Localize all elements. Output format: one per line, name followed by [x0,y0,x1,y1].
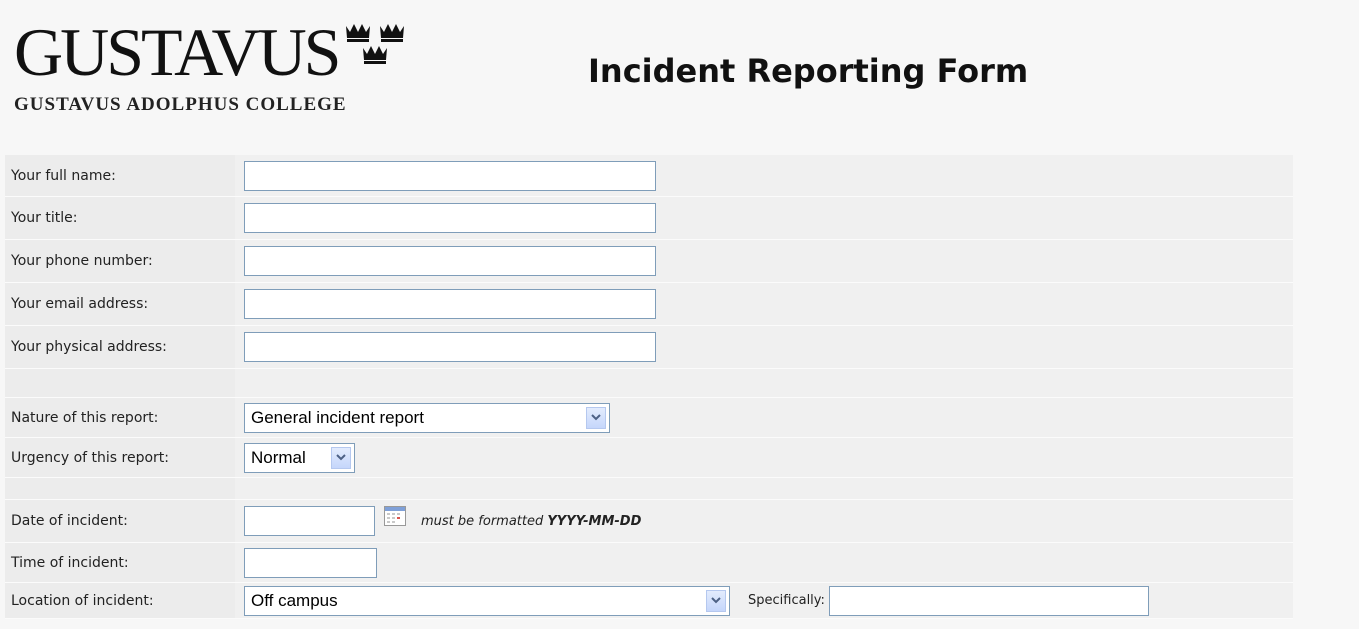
chevron-down-icon[interactable] [586,406,606,429]
row-urgency: Urgency of this report: Normal [5,438,1293,478]
row-phone: Your phone number: [5,240,1293,283]
email-label: Your email address: [5,283,235,325]
location-select-value: Off campus [251,590,338,610]
nature-select-value: General incident report [251,407,424,427]
location-cell: Off campus Specifically: [235,583,1293,618]
spacer-label [5,478,235,499]
spacer-row [5,478,1293,500]
date-cell: must be formatted YYYY-MM-DD [235,500,1293,542]
address-input[interactable] [244,332,656,362]
top-strip [0,0,1359,6]
nature-label: Nature of this report: [5,398,235,437]
nature-select[interactable]: General incident report [244,402,610,433]
spacer-label [5,369,235,397]
row-title: Your title: [5,197,1293,240]
phone-cell [235,240,1293,282]
date-note-format: YYYY-MM-DD [547,513,642,529]
full-name-label: Your full name: [5,155,235,196]
college-logo: GUSTAVUS GUSTAVUS ADOLPHUS COLLEGE [14,18,414,116]
urgency-select-value: Normal [251,447,306,467]
specifically-input[interactable] [828,585,1149,616]
full-name-input[interactable] [244,160,656,191]
three-crowns-icon [346,24,404,64]
logo-subtitle: GUSTAVUS ADOLPHUS COLLEGE [14,94,347,115]
urgency-cell: Normal [235,438,1293,477]
address-cell [235,326,1293,368]
phone-label: Your phone number: [5,240,235,282]
title-input[interactable] [244,203,656,233]
page-title: Incident Reporting Form [588,52,1029,90]
date-format-note: must be formatted YYYY-MM-DD [421,514,641,529]
chevron-down-icon[interactable] [331,446,351,469]
date-input[interactable] [244,506,375,536]
urgency-select[interactable]: Normal [244,442,355,473]
row-location: Location of incident: Off campus Specifi… [5,583,1293,619]
urgency-label: Urgency of this report: [5,438,235,477]
specifically-label: Specifically: [748,593,825,608]
row-email: Your email address: [5,283,1293,326]
email-cell [235,283,1293,325]
spacer-row [5,369,1293,398]
time-cell [235,543,1293,582]
address-label: Your physical address: [5,326,235,368]
calendar-icon[interactable] [384,506,406,526]
full-name-cell [235,155,1293,196]
incident-form: Your full name: Your title: Your phone n… [5,155,1293,619]
row-time: Time of incident: [5,543,1293,583]
time-input[interactable] [244,547,377,578]
date-note-prefix: must be formatted [421,513,544,529]
date-label: Date of incident: [5,500,235,542]
spacer-cell [235,369,1293,397]
title-label: Your title: [5,197,235,239]
row-full-name: Your full name: [5,155,1293,197]
title-cell [235,197,1293,239]
nature-cell: General incident report [235,398,1293,437]
location-label: Location of incident: [5,583,235,618]
email-input[interactable] [244,289,656,319]
row-address: Your physical address: [5,326,1293,369]
location-select[interactable]: Off campus [244,585,730,616]
time-label: Time of incident: [5,543,235,582]
phone-input[interactable] [244,246,656,276]
spacer-cell [235,478,1293,499]
row-date: Date of incident: must be formatted YYYY… [5,500,1293,543]
chevron-down-icon[interactable] [706,589,726,612]
row-nature: Nature of this report: General incident … [5,398,1293,438]
